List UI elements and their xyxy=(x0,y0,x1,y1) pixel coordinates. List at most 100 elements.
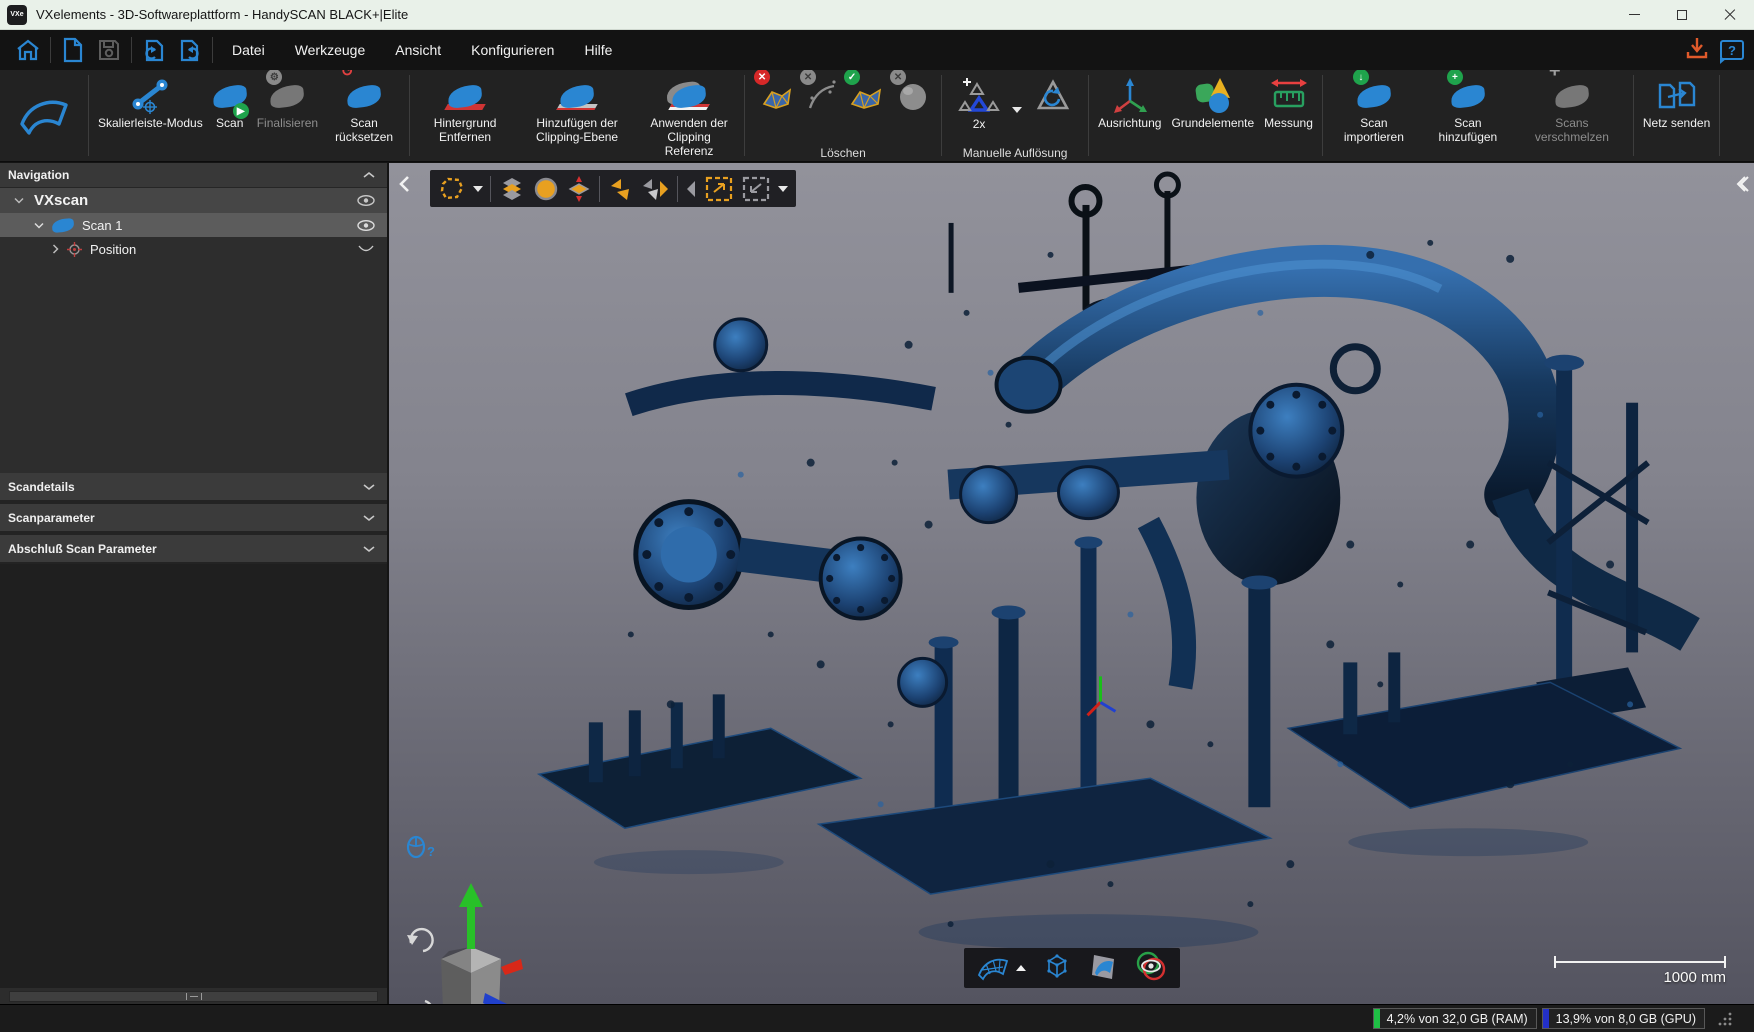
separator xyxy=(490,176,491,202)
scan-point-cloud[interactable] xyxy=(389,163,1754,1004)
apply-clipping-reference-button[interactable]: Anwenden der Clipping Referenz xyxy=(638,75,740,159)
axis-up-arrow xyxy=(459,883,483,949)
navigation-cube[interactable] xyxy=(397,863,527,1004)
minimize-button[interactable] xyxy=(1610,0,1658,29)
measurement-button[interactable]: Messung xyxy=(1259,75,1318,131)
close-button[interactable] xyxy=(1706,0,1754,29)
select-through-icon[interactable] xyxy=(640,176,670,202)
scrollbar-track[interactable] xyxy=(9,991,378,1002)
rotate-cw-icon[interactable] xyxy=(407,929,433,951)
merge-scans-button[interactable]: + Scans verschmelzen xyxy=(1515,75,1629,145)
chevron-right-icon[interactable] xyxy=(52,244,59,254)
delete-curve-selection-button[interactable]: ✕ xyxy=(799,75,843,117)
send-mesh-button[interactable]: Netz senden xyxy=(1638,75,1715,131)
ram-usage-text: 4,2% von 32,0 GB (RAM) xyxy=(1387,1012,1528,1026)
home-button[interactable] xyxy=(10,34,46,66)
layers-visibility-icon[interactable] xyxy=(498,176,526,202)
menu-datei[interactable]: Datei xyxy=(217,34,280,66)
viewport-3d[interactable]: ? xyxy=(389,163,1754,1004)
delete-group: ✕ ✕ ✓ ✕ Löschen xyxy=(745,70,941,161)
scrollbar-grip-icon[interactable] xyxy=(186,993,202,1000)
menu-werkzeuge[interactable]: Werkzeuge xyxy=(280,34,381,66)
chevron-down-icon xyxy=(363,483,375,491)
scale-bar-mode-icon xyxy=(129,77,171,115)
ram-usage-bar xyxy=(1374,1009,1380,1028)
selection-mode-dropdown-icon[interactable] xyxy=(473,186,483,192)
collapse-right-panel-icon[interactable] xyxy=(1734,175,1750,193)
mouse-icon xyxy=(406,835,426,859)
menu-ansicht[interactable]: Ansicht xyxy=(380,34,456,66)
points-display-icon[interactable] xyxy=(533,176,559,202)
mouse-help-button[interactable]: ? xyxy=(406,835,435,859)
menu-bar: Datei Werkzeuge Ansicht Konfigurieren Hi… xyxy=(0,30,1754,70)
group-label-delete: Löschen xyxy=(745,146,941,160)
add-clipping-plane-button[interactable]: Hinzufügen der Clipping-Ebene xyxy=(516,75,638,145)
analysis-group: Ausrichtung Grundelemente Messung xyxy=(1089,70,1322,161)
delete-sphere-selection-button[interactable]: ✕ xyxy=(889,75,933,117)
maximize-button[interactable] xyxy=(1658,0,1706,29)
section-scanparameter[interactable]: Scanparameter xyxy=(0,504,387,531)
zoom-to-selection-icon[interactable] xyxy=(704,175,734,203)
validate-mesh-selection-button[interactable]: ✓ xyxy=(843,75,889,117)
merge-plus-icon: + xyxy=(1549,70,1561,79)
tree-item-position[interactable]: Position xyxy=(0,237,387,261)
navigation-panel-header[interactable]: Navigation xyxy=(0,163,387,188)
section-label: Abschluß Scan Parameter xyxy=(8,542,157,556)
vxscan-module-button[interactable] xyxy=(0,70,88,161)
separator xyxy=(212,37,213,63)
menu-konfigurieren[interactable]: Konfigurieren xyxy=(456,34,569,66)
chevron-down-icon[interactable] xyxy=(34,222,44,229)
add-scan-icon xyxy=(1450,84,1486,108)
download-updates-button[interactable] xyxy=(1684,35,1710,66)
toolbar-more-dropdown-icon[interactable] xyxy=(778,186,788,192)
resize-grip-icon[interactable] xyxy=(1718,1012,1732,1026)
redo-button[interactable] xyxy=(172,34,208,66)
delete-mesh-selection-button[interactable]: ✕ xyxy=(753,75,799,117)
collapse-left-panel-icon[interactable] xyxy=(397,175,413,193)
scale-bar-mode-button[interactable]: Skalierleiste-Modus xyxy=(93,75,208,131)
resolution-dropdown-icon[interactable] xyxy=(1012,107,1022,113)
chevron-down-icon[interactable] xyxy=(14,197,24,204)
help-button[interactable]: ? xyxy=(1720,40,1744,60)
gpu-usage-indicator: 13,9% von 8,0 GB (GPU) xyxy=(1542,1008,1705,1029)
alignment-button[interactable]: Ausrichtung xyxy=(1093,75,1166,131)
window-title: VXelements - 3D-Softwareplattform - Hand… xyxy=(36,7,408,22)
alignment-axes-icon xyxy=(1110,76,1150,116)
select-back-faces-icon[interactable] xyxy=(607,176,633,202)
entities-button[interactable]: Grundelemente xyxy=(1166,75,1259,131)
new-session-button[interactable] xyxy=(55,34,91,66)
save-session-button[interactable] xyxy=(91,34,127,66)
display-mode-dropdown-icon xyxy=(1016,965,1026,971)
lasso-selection-icon[interactable] xyxy=(438,176,466,202)
finalize-button[interactable]: ⚙ Finalisieren xyxy=(252,75,323,131)
reset-scan-button[interactable]: ↺ Scan rücksetzen xyxy=(323,75,405,145)
menu-hilfe[interactable]: Hilfe xyxy=(569,34,627,66)
minimize-icon xyxy=(1629,14,1640,15)
zoom-reset-icon[interactable] xyxy=(741,175,771,203)
previous-view-icon[interactable] xyxy=(685,179,697,199)
clipping-plane-display-button[interactable] xyxy=(1088,951,1118,986)
remove-background-button[interactable]: Hintergrund Entfernen xyxy=(414,75,516,145)
visibility-eye-icon[interactable] xyxy=(357,195,375,206)
visibility-arc-icon[interactable] xyxy=(357,244,375,254)
resolution-level-button[interactable]: 2x xyxy=(952,75,1006,132)
clipping-group: Hintergrund Entfernen Hinzufügen der Cli… xyxy=(410,70,744,161)
import-scan-button[interactable]: ↓ Scan importieren xyxy=(1327,75,1421,145)
undo-button[interactable] xyxy=(136,34,172,66)
bounding-box-button[interactable] xyxy=(1042,951,1072,986)
scan-button[interactable]: ▶ Scan xyxy=(208,75,252,131)
visibility-eye-icon[interactable] xyxy=(357,220,375,231)
panel-scrollbar[interactable] xyxy=(0,988,387,1004)
compress-selection-icon[interactable] xyxy=(566,174,592,204)
section-scandetails[interactable]: Scandetails xyxy=(0,473,387,500)
visibility-toggle-button[interactable] xyxy=(1134,951,1168,986)
add-scan-button[interactable]: + Scan hinzufügen xyxy=(1421,75,1515,145)
recompute-resolution-button[interactable] xyxy=(1028,75,1078,117)
tree-item-scan1[interactable]: Scan 1 xyxy=(0,213,387,237)
view-cube[interactable] xyxy=(441,947,501,1004)
app-logo-icon: VXe xyxy=(7,5,27,25)
section-abschluss-scan-parameter[interactable]: Abschluß Scan Parameter xyxy=(0,535,387,562)
import-arrow-icon: ↓ xyxy=(1353,70,1369,85)
mesh-display-button[interactable] xyxy=(976,955,1026,981)
tree-item-vxscan[interactable]: VXscan xyxy=(0,188,387,213)
